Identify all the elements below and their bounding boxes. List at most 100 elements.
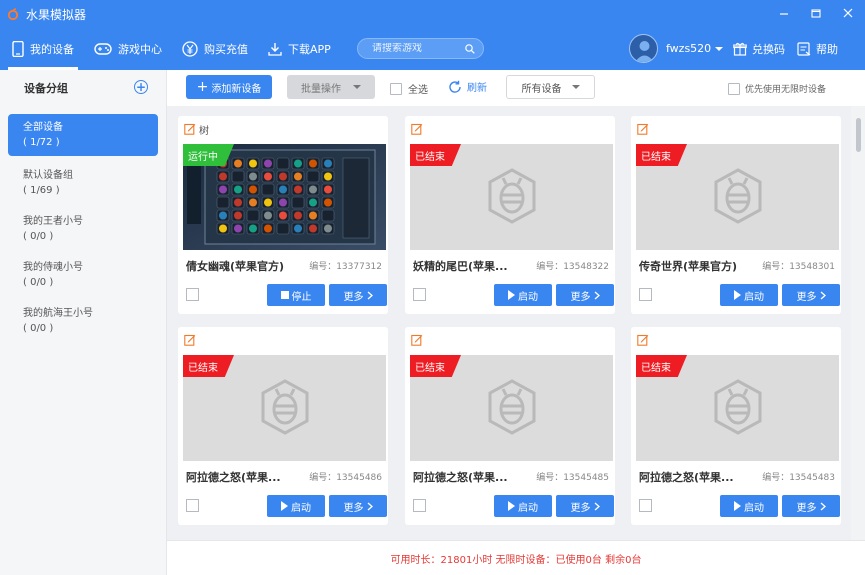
maximize-icon[interactable]: [807, 4, 825, 22]
device-screen-thumbnail[interactable]: 已结束: [183, 355, 386, 461]
batch-label: 批量操作: [301, 83, 341, 95]
device-select-checkbox[interactable]: [639, 288, 652, 301]
batch-operation-dropdown[interactable]: 批量操作: [287, 75, 375, 99]
nav-label: 游戏中心: [118, 43, 162, 56]
device-screen-thumbnail[interactable]: 运行中: [183, 144, 386, 250]
nav-label: 下载APP: [288, 43, 331, 56]
sidebar-item-wangzhe[interactable]: 我的王者小号 ( 0/0 ): [8, 206, 158, 252]
group-name: 我的王者小号: [23, 216, 83, 227]
sidebar-item-all-devices[interactable]: 全部设备 ( 1/72 ): [8, 114, 158, 156]
action-label: 启动: [291, 502, 311, 514]
device-select-checkbox[interactable]: [186, 499, 199, 512]
close-icon[interactable]: [839, 4, 857, 22]
phone-icon: [12, 41, 24, 57]
chevron-down-icon: [571, 85, 580, 89]
sidebar-item-shihun[interactable]: 我的侍魂小号 ( 0/0 ): [8, 252, 158, 298]
device-screen-thumbnail[interactable]: 已结束: [636, 144, 839, 250]
edit-name-icon[interactable]: [184, 123, 196, 138]
select-all-checkbox[interactable]: 全选: [390, 81, 428, 96]
status-badge: 已结束: [636, 355, 687, 377]
device-id: 编号：13545486: [309, 473, 382, 483]
device-select-checkbox[interactable]: [413, 499, 426, 512]
add-device-button[interactable]: + 添加新设备: [186, 75, 272, 99]
sidebar-item-default-group[interactable]: 默认设备组 ( 1/69 ): [8, 160, 158, 206]
group-count: ( 1/69 ): [23, 185, 60, 196]
vertical-scrollbar[interactable]: [851, 106, 865, 540]
refresh-button[interactable]: 刷新: [448, 79, 487, 94]
start-button[interactable]: 启动: [720, 495, 778, 517]
redeem-code-button[interactable]: 兑换码: [733, 41, 785, 57]
search-input[interactable]: [372, 43, 465, 54]
stop-icon: [280, 291, 289, 299]
chevron-right-icon: [820, 502, 826, 510]
avatar[interactable]: [629, 34, 658, 63]
device-select-checkbox[interactable]: [413, 288, 426, 301]
add-group-icon[interactable]: +: [134, 80, 148, 94]
checkbox[interactable]: [390, 82, 402, 95]
play-icon: [734, 290, 741, 300]
start-button[interactable]: 启动: [720, 284, 778, 306]
edit-name-icon[interactable]: [411, 123, 423, 138]
group-name: 全部设备: [23, 122, 63, 133]
device-select-checkbox[interactable]: [639, 499, 652, 512]
device-filter-select[interactable]: 所有设备: [506, 75, 595, 99]
group-count: ( 0/0 ): [23, 231, 54, 242]
group-count: ( 1/72 ): [23, 137, 60, 148]
more-button[interactable]: 更多: [556, 284, 614, 306]
play-icon: [281, 501, 288, 511]
start-button[interactable]: 启动: [494, 284, 552, 306]
edit-name-icon[interactable]: [637, 334, 649, 349]
chevron-right-icon: [820, 291, 826, 299]
edit-name-icon[interactable]: [411, 334, 423, 349]
more-label: 更多: [796, 502, 817, 514]
more-label: 更多: [570, 502, 591, 514]
game-name: 传奇世界(苹果官方): [639, 260, 738, 273]
device-nickname: 树: [199, 126, 209, 137]
device-screen-thumbnail[interactable]: 已结束: [410, 355, 613, 461]
device-grid: 树运行中 倩女幽魂(苹果官方) 编号：13377312 停止 更多 已结束 妖精的尾巴(苹果…: [167, 106, 851, 540]
action-label: 停止: [291, 291, 312, 303]
stop-button[interactable]: 停止: [267, 284, 325, 306]
game-name: 阿拉德之怒(苹果...: [186, 471, 281, 484]
nav-purchase[interactable]: 购买充值: [172, 28, 258, 70]
device-card[interactable]: 已结束 传奇世界(苹果官方) 编号：13548301 启动 更多: [631, 116, 841, 314]
device-card[interactable]: 已结束阿拉德之怒(苹果... 编号：13545486 启动 更多: [178, 327, 388, 525]
help-button[interactable]: 帮助: [797, 41, 838, 57]
more-button[interactable]: 更多: [556, 495, 614, 517]
device-screen-thumbnail[interactable]: 已结束: [410, 144, 613, 250]
more-button[interactable]: 更多: [782, 495, 840, 517]
more-label: 更多: [796, 291, 817, 303]
device-screen-thumbnail[interactable]: 已结束: [636, 355, 839, 461]
checkbox[interactable]: [728, 82, 740, 95]
more-button[interactable]: 更多: [329, 495, 387, 517]
group-name: 我的侍魂小号: [23, 262, 83, 273]
device-id: 编号：13377312: [309, 262, 382, 272]
action-label: 启动: [744, 291, 764, 303]
edit-name-icon[interactable]: [184, 334, 196, 349]
device-card[interactable]: 已结束 阿拉德之怒(苹果... 编号：13545483 启动 更多: [631, 327, 841, 525]
edit-name-icon[interactable]: [637, 123, 649, 138]
search-box[interactable]: [357, 38, 484, 59]
more-label: 更多: [343, 502, 364, 514]
nav-game-center[interactable]: 游戏中心: [84, 28, 172, 70]
chevron-right-icon: [594, 502, 600, 510]
nav-my-devices[interactable]: 我的设备: [2, 28, 84, 70]
prefer-unlimited-checkbox[interactable]: 优先使用无限时设备: [728, 82, 826, 95]
plus-icon: +: [196, 79, 209, 95]
minimize-icon[interactable]: [775, 4, 793, 22]
scrollbar-thumb[interactable]: [856, 118, 861, 152]
more-button[interactable]: 更多: [329, 284, 387, 306]
device-card[interactable]: 已结束 妖精的尾巴(苹果... 编号：13548322 启动 更多: [405, 116, 615, 314]
user-menu[interactable]: fwzs520: [666, 42, 724, 55]
device-card[interactable]: 树运行中 倩女幽魂(苹果官方) 编号：13377312 停止 更多: [178, 116, 388, 314]
more-button[interactable]: 更多: [782, 284, 840, 306]
start-button[interactable]: 启动: [267, 495, 325, 517]
game-name: 阿拉德之怒(苹果...: [639, 471, 734, 484]
help-doc-icon: [797, 42, 811, 56]
device-card[interactable]: 已结束 阿拉德之怒(苹果... 编号：13545485 启动 更多: [405, 327, 615, 525]
nav-download-app[interactable]: 下载APP: [258, 28, 341, 70]
start-button[interactable]: 启动: [494, 495, 552, 517]
device-select-checkbox[interactable]: [186, 288, 199, 301]
sidebar-item-hanghaiwang[interactable]: 我的航海王小号 ( 0/0 ): [8, 298, 158, 344]
search-icon[interactable]: [465, 43, 475, 54]
